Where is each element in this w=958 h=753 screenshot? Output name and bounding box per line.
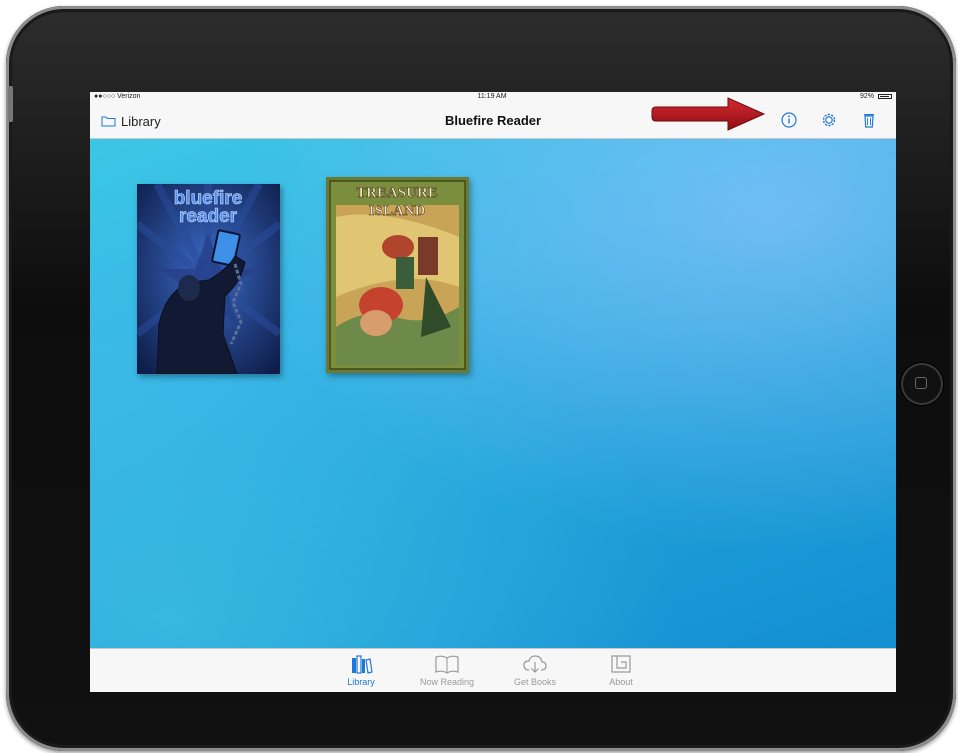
library-grid: bluefire reader TREASURE ISLAND: [90, 139, 896, 648]
tab-now-reading-label: Now Reading: [419, 677, 475, 687]
bluefire-cover-art: bluefire reader: [137, 184, 280, 374]
gear-icon[interactable]: [820, 111, 838, 129]
book-cover-treasure-island[interactable]: TREASURE ISLAND: [326, 177, 469, 373]
treasure-island-cover-art: TREASURE ISLAND: [326, 177, 469, 373]
tab-library[interactable]: Library: [326, 653, 396, 687]
open-book-icon: [435, 655, 459, 674]
about-icon: [611, 655, 631, 673]
library-icon: [352, 655, 373, 674]
side-switch: [8, 86, 13, 122]
treasure-cover-title-1: TREASURE: [356, 185, 438, 201]
treasure-cover-title-2: ISLAND: [369, 203, 426, 219]
nav-title: Bluefire Reader: [444, 113, 542, 128]
status-time: 11:19 AM: [477, 93, 507, 100]
tab-now-reading[interactable]: Now Reading: [412, 653, 482, 687]
ipad-device-frame: ●●○○○ Verizon 11:19 AM 92% Library Bluef…: [6, 6, 956, 751]
book-cover-bluefire-reader[interactable]: bluefire reader: [137, 184, 280, 374]
trash-icon[interactable]: [860, 111, 878, 129]
download-cloud-icon: [523, 655, 547, 673]
ipad-screen: ●●○○○ Verizon 11:19 AM 92% Library Bluef…: [90, 92, 896, 692]
battery-icon: [878, 94, 892, 99]
status-carrier: ●●○○○ Verizon: [94, 93, 141, 100]
status-battery: 92%: [859, 93, 874, 100]
tab-bar: Library Now Reading Get Books About: [90, 648, 896, 692]
navigation-bar: Library Bluefire Reader: [90, 102, 896, 139]
tab-library-label: Library: [347, 677, 375, 687]
tab-about[interactable]: About: [586, 653, 656, 687]
info-icon[interactable]: [780, 111, 798, 129]
home-button[interactable]: [901, 363, 943, 405]
bluefire-cover-title-2: reader: [179, 206, 238, 227]
nav-actions: [780, 111, 878, 129]
tab-get-books-label: Get Books: [513, 677, 557, 687]
tab-about-label: About: [609, 677, 633, 687]
red-arrow-annotation: [651, 97, 766, 131]
tab-get-books[interactable]: Get Books: [500, 653, 570, 687]
status-bar: ●●○○○ Verizon 11:19 AM 92%: [90, 92, 896, 102]
